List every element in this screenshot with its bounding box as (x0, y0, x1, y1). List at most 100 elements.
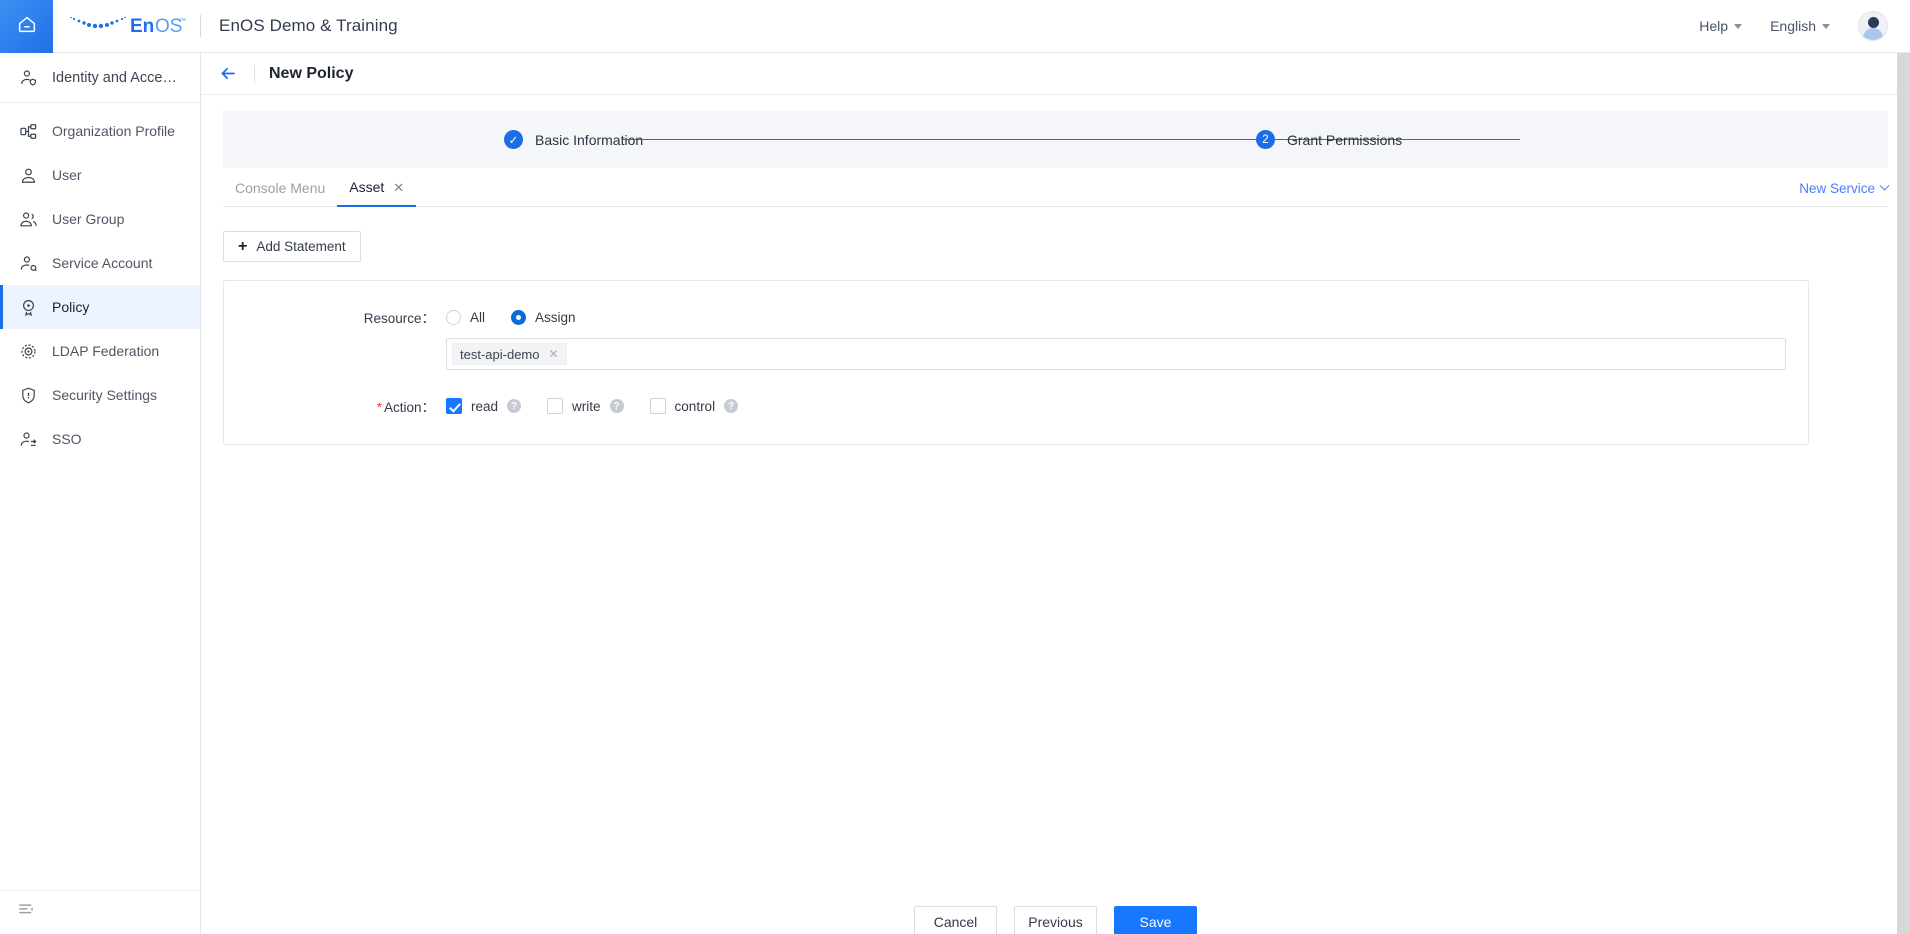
top-bar: En OS ™ EnOS Demo & Training Help Englis… (0, 0, 1910, 53)
checkbox-label: control (674, 398, 716, 414)
new-service-dropdown[interactable]: New Service (1799, 180, 1890, 196)
step-indicator-2: 2 (1256, 130, 1275, 149)
close-icon[interactable]: ✕ (548, 347, 558, 361)
vertical-scrollbar[interactable] (1897, 53, 1910, 934)
action-label-text: Action： (383, 400, 435, 415)
policy-icon (19, 298, 38, 317)
sidebar-collapse-button[interactable] (0, 890, 200, 934)
ldap-federation-icon (19, 342, 38, 361)
avatar[interactable] (1858, 11, 1888, 41)
checkbox[interactable] (446, 398, 462, 414)
sidebar-item-organization-profile[interactable]: Organization Profile (0, 109, 200, 153)
sidebar-item-policy[interactable]: Policy (0, 285, 200, 329)
page-header: New Policy (201, 53, 1910, 95)
sidebar-item-label: Organization Profile (52, 123, 175, 139)
sidebar-item-label: SSO (52, 431, 82, 447)
tab-bar: Console Menu Asset ✕ New Service (223, 168, 1890, 207)
service-account-icon (19, 254, 38, 273)
sidebar-item-label: Security Settings (52, 387, 158, 403)
header-divider (200, 15, 201, 37)
previous-button[interactable]: Previous (1014, 906, 1097, 934)
required-mark: * (376, 400, 382, 415)
collapse-menu-icon (17, 901, 35, 924)
sidebar-header-label: Identity and Acce… (52, 69, 177, 86)
sidebar-item-label: User Group (52, 211, 125, 227)
question-mark-icon[interactable]: ? (609, 399, 624, 413)
sidebar-item-user-group[interactable]: User Group (0, 197, 200, 241)
enos-logo[interactable]: En OS ™ (66, 0, 186, 53)
tab-label: Asset (349, 179, 385, 195)
checkbox-label: write (572, 398, 601, 414)
radio-button[interactable] (511, 309, 527, 325)
shield-icon (19, 386, 38, 405)
resource-option-all[interactable]: All (446, 309, 486, 325)
sidebar-item-sso[interactable]: SSO (0, 417, 200, 461)
action-option-read[interactable]: read ? (446, 398, 522, 414)
content-area: ✓ Basic Information 2 Grant Permissions … (201, 95, 1910, 445)
step-label: Grant Permissions (1287, 131, 1403, 148)
sidebar-item-ldap-federation[interactable]: LDAP Federation (0, 329, 200, 373)
tab-asset[interactable]: Asset ✕ (337, 179, 417, 207)
resource-row: Resource： All Assign (224, 307, 1808, 327)
new-service-label: New Service (1799, 181, 1875, 196)
action-checkbox-group: read ? write ? control ? (446, 398, 739, 414)
chevron-down-icon (1734, 23, 1743, 29)
resource-tag-label: test-api-demo (460, 346, 540, 362)
back-arrow-icon[interactable] (218, 63, 239, 84)
sidebar-item-service-account[interactable]: Service Account (0, 241, 200, 285)
resource-option-assign[interactable]: Assign (511, 309, 576, 325)
app-title: EnOS Demo & Training (219, 16, 398, 35)
checkbox[interactable] (547, 398, 564, 414)
tab-label: Console Menu (235, 180, 326, 196)
page-title: New Policy (269, 64, 354, 82)
sidebar-item-label: LDAP Federation (52, 343, 160, 359)
add-statement-button[interactable]: + Add Statement (223, 231, 361, 262)
step-grant-permissions[interactable]: 2 Grant Permissions (1256, 130, 1402, 149)
help-menu[interactable]: Help (1699, 18, 1743, 34)
radio-label: All (470, 309, 486, 325)
action-option-write[interactable]: write ? (547, 398, 624, 414)
wizard-stepper: ✓ Basic Information 2 Grant Permissions (223, 111, 1888, 168)
close-icon[interactable]: ✕ (393, 181, 404, 194)
tab-console-menu[interactable]: Console Menu (223, 180, 337, 206)
language-menu[interactable]: English (1770, 18, 1830, 34)
plus-icon: + (238, 237, 248, 255)
action-row: * Action： read ? write ? control ? (224, 396, 1808, 416)
radio-label: Assign (535, 309, 576, 325)
resource-label: Resource： (363, 311, 435, 326)
checkbox[interactable] (649, 398, 666, 414)
chevron-down-icon (1822, 23, 1830, 29)
home-button[interactable] (0, 0, 53, 53)
checkbox-label: read (471, 398, 499, 414)
sidebar-item-user[interactable]: User (0, 153, 200, 197)
enos-logo-mark: En OS ™ (70, 16, 186, 37)
identity-access-icon (19, 68, 38, 87)
avatar-body (1863, 28, 1883, 40)
radio-button[interactable] (446, 309, 461, 325)
user-group-icon (19, 210, 38, 229)
sidebar-item-label: Service Account (52, 255, 153, 271)
action-label: * Action： (224, 396, 446, 416)
question-mark-icon[interactable]: ? (724, 399, 739, 413)
statement-card: Resource： All Assign test-api-demo ✕ * A… (223, 280, 1809, 445)
sso-icon (19, 430, 38, 449)
add-statement-label: Add Statement (256, 239, 346, 254)
action-option-control[interactable]: control ? (649, 398, 739, 414)
resource-radio-group: All Assign (446, 309, 576, 325)
help-label: Help (1699, 18, 1729, 34)
sidebar-item-security-settings[interactable]: Security Settings (0, 373, 200, 417)
save-button[interactable]: Save (1114, 906, 1197, 934)
page-header-divider (254, 64, 255, 83)
footer-actions: Cancel Previous Save (201, 906, 1910, 934)
question-mark-icon[interactable]: ? (507, 399, 522, 413)
home-icon (16, 13, 38, 40)
language-label: English (1770, 18, 1816, 34)
sidebar: Identity and Acce… Organization Profile (0, 53, 201, 934)
org-profile-icon (19, 122, 38, 141)
sidebar-menu: Organization Profile User User Group Ser… (0, 103, 200, 461)
sidebar-item-label: User (52, 167, 82, 183)
resource-tag-input[interactable]: test-api-demo ✕ (446, 338, 1786, 370)
cancel-button[interactable]: Cancel (914, 906, 997, 934)
svg-text:En: En (130, 16, 154, 37)
main-content: New Policy ✓ Basic Information 2 Grant P… (201, 53, 1910, 934)
